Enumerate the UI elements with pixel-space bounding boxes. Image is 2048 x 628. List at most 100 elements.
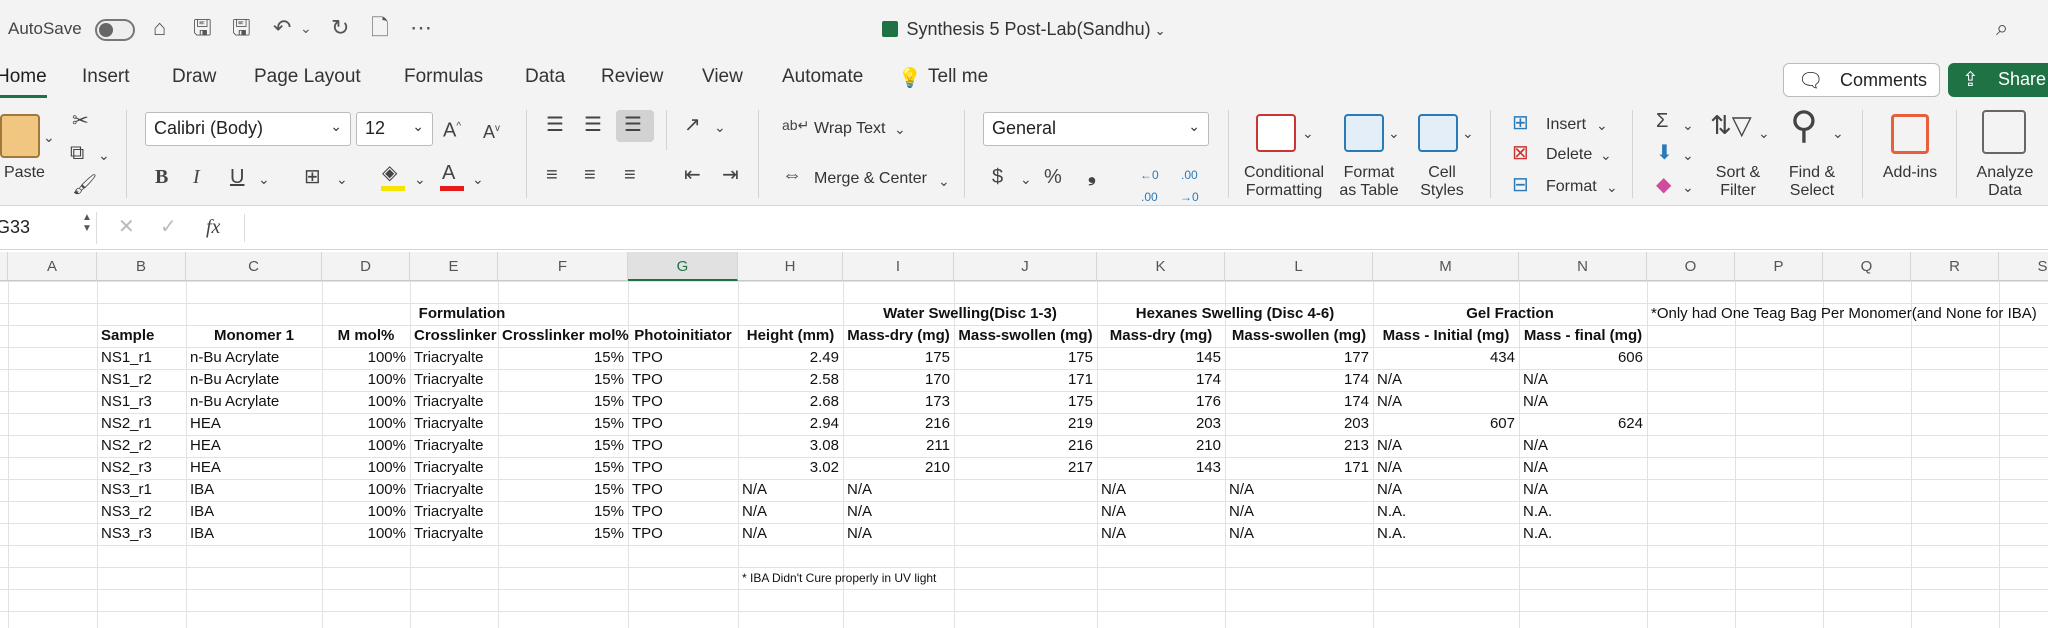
table-cell[interactable]: 175 [954,347,1097,369]
table-cell[interactable]: NS2_r2 [97,435,186,457]
insert-dropdown-icon[interactable]: ⌄ [1596,114,1608,136]
select-all-corner[interactable] [0,252,8,281]
underline-icon[interactable]: U [230,166,244,188]
table-cell[interactable]: 100% [322,435,410,457]
table-cell[interactable]: N.A. [1519,523,1647,545]
table-cell[interactable]: 211 [843,435,954,457]
table-cell[interactable]: Triacryalte [410,501,498,523]
table-cell[interactable]: NS1_r3 [97,391,186,413]
table-cell[interactable]: 2.94 [738,413,843,435]
orientation-icon[interactable]: ↗ [684,114,701,136]
format-cells-icon[interactable]: ⊟ [1512,174,1529,196]
table-cell[interactable]: 216 [843,413,954,435]
column-header-p[interactable]: P [1735,252,1823,281]
document-title-area[interactable]: Synthesis 5 Post-Lab(Sandhu) ⌄ [0,19,2048,40]
table-cell[interactable]: 2.68 [738,391,843,413]
table-cell[interactable]: 173 [843,391,954,413]
tab-review[interactable]: Review [601,66,663,88]
copy-icon[interactable]: ⧉ [70,142,84,164]
name-box[interactable]: G33 ▲ ▼ [0,212,97,244]
column-header-m[interactable]: M [1373,252,1519,281]
table-cell[interactable]: 15% [498,457,628,479]
table-cell[interactable]: 174 [1225,369,1373,391]
header-cell[interactable]: Crosslinker [410,325,498,347]
format-cells-button[interactable]: Format [1546,178,1597,196]
cut-icon[interactable]: ✂ [72,110,89,132]
header-cell[interactable]: Mass-swollen (mg) [954,325,1097,347]
table-cell[interactable]: 216 [954,435,1097,457]
table-cell[interactable] [954,479,1097,501]
format-painter-icon[interactable]: 🖌 [72,174,97,196]
table-cell[interactable]: TPO [628,523,738,545]
font-color-icon[interactable]: A [442,162,455,184]
table-cell[interactable]: TPO [628,457,738,479]
table-cell[interactable]: 175 [843,347,954,369]
increase-indent-icon[interactable]: ⇥ [722,164,739,186]
table-cell[interactable]: Triacryalte [410,347,498,369]
fill-color-dropdown-icon[interactable]: ⌄ [414,168,426,190]
table-cell[interactable]: TPO [628,347,738,369]
header-cell[interactable]: Sample [97,325,186,347]
conditional-formatting-dropdown-icon[interactable]: ⌄ [1302,122,1314,144]
table-cell[interactable]: 15% [498,435,628,457]
fill-dropdown-icon[interactable]: ⌄ [1682,144,1694,166]
comments-button[interactable]: 🗨 Comments [1783,63,1940,97]
header-cell[interactable]: Photoinitiator [628,325,738,347]
percent-icon[interactable]: % [1044,166,1062,188]
column-header-k[interactable]: K [1097,252,1225,281]
insert-function-icon[interactable]: fx [206,216,220,238]
table-cell[interactable]: TPO [628,413,738,435]
tab-home[interactable]: Home [0,66,47,98]
autosum-dropdown-icon[interactable]: ⌄ [1682,114,1694,136]
currency-dropdown-icon[interactable]: ⌄ [1020,168,1032,190]
cell-styles-dropdown-icon[interactable]: ⌄ [1462,122,1474,144]
table-cell[interactable]: HEA [186,457,322,479]
tab-data[interactable]: Data [525,66,565,88]
table-cell[interactable]: 145 [1097,347,1225,369]
column-header-b[interactable]: B [97,252,186,281]
table-cell[interactable]: 171 [954,369,1097,391]
sort-filter-icon[interactable]: ⇅▽ [1710,110,1752,140]
column-header-h[interactable]: H [738,252,843,281]
table-cell[interactable]: 606 [1519,347,1647,369]
table-cell[interactable]: N.A. [1373,523,1519,545]
table-cell[interactable]: N/A [843,523,954,545]
table-cell[interactable]: 15% [498,369,628,391]
column-header-g[interactable]: G [628,252,738,281]
table-cell[interactable]: N/A [1519,457,1647,479]
comma-style-icon[interactable]: ❟ [1088,164,1096,186]
table-cell[interactable]: 100% [322,501,410,523]
table-cell[interactable]: HEA [186,435,322,457]
align-middle-icon[interactable]: ☰ [584,114,602,136]
table-cell[interactable]: N/A [1373,435,1519,457]
conditional-formatting-label[interactable]: Conditional Formatting [1242,164,1326,200]
column-header-f[interactable]: F [498,252,628,281]
table-cell[interactable]: Triacryalte [410,369,498,391]
table-cell[interactable]: 100% [322,457,410,479]
merge-center-icon[interactable]: ⇔ [782,164,802,186]
enter-icon[interactable]: ✓ [160,216,177,238]
table-cell[interactable]: N/A [738,501,843,523]
group-header-water-swelling[interactable]: Water Swelling(Disc 1-3) [843,303,1097,325]
orientation-dropdown-icon[interactable]: ⌄ [714,116,726,138]
column-header-l[interactable]: L [1225,252,1373,281]
fill-icon[interactable]: ⬇ [1656,142,1673,164]
wrap-text-icon[interactable]: ab↵ [782,114,809,136]
table-cell[interactable]: 174 [1225,391,1373,413]
table-cell[interactable]: 15% [498,347,628,369]
font-size-select[interactable]: 12 ⌄ [356,112,433,146]
table-cell[interactable]: 174 [1097,369,1225,391]
table-cell[interactable]: 217 [954,457,1097,479]
clear-icon[interactable]: ◆ [1656,174,1671,196]
find-select-dropdown-icon[interactable]: ⌄ [1832,122,1844,144]
table-cell[interactable]: N/A [738,523,843,545]
format-as-table-dropdown-icon[interactable]: ⌄ [1388,122,1400,144]
header-cell[interactable]: Mass - Initial (mg) [1373,325,1519,347]
conditional-formatting-icon[interactable] [1256,114,1296,152]
table-cell[interactable]: 434 [1373,347,1519,369]
name-box-stepper-icon[interactable]: ▲ ▼ [82,212,92,234]
tab-draw[interactable]: Draw [172,66,216,88]
table-cell[interactable]: N/A [1519,391,1647,413]
insert-cells-icon[interactable]: ⊞ [1512,112,1529,134]
table-cell[interactable]: NS1_r2 [97,369,186,391]
